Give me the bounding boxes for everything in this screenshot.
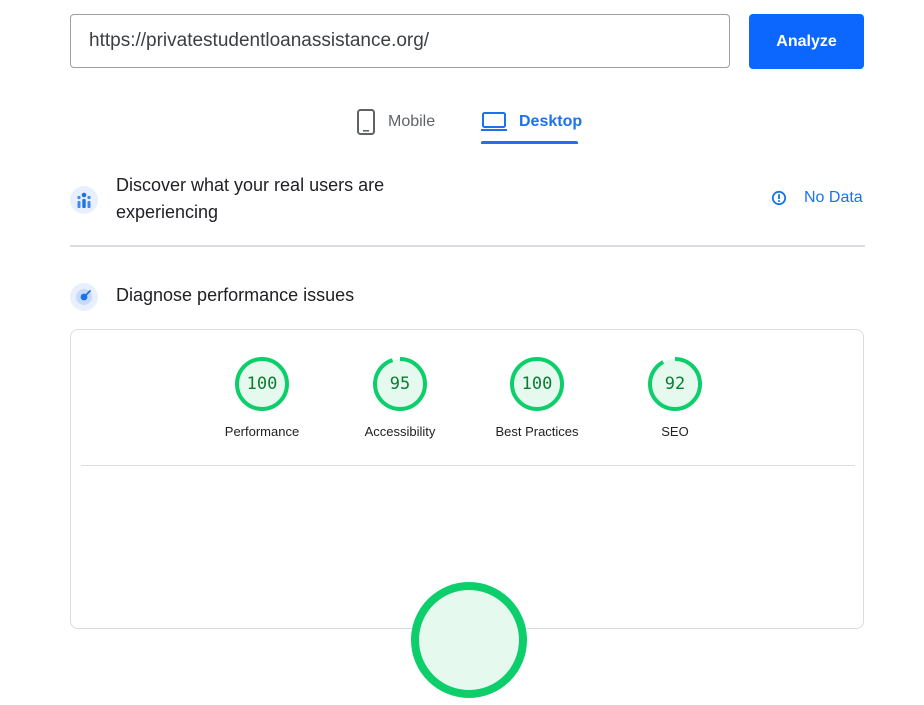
lab-data-icon xyxy=(70,283,98,311)
large-gauge-ring xyxy=(411,582,527,698)
analyze-button[interactable]: Analyze xyxy=(749,14,864,69)
large-gauge-performance xyxy=(409,580,529,705)
gauge-label: Best Practices xyxy=(495,424,579,439)
smartphone-icon xyxy=(356,109,376,135)
no-data-status[interactable]: No Data xyxy=(771,189,863,207)
diagnose-title: Diagnose performance issues xyxy=(116,285,355,305)
gauge-best-practices[interactable]: 100 Best Practices xyxy=(477,356,597,439)
tab-mobile[interactable]: Mobile xyxy=(356,100,435,144)
tab-desktop[interactable]: Desktop xyxy=(481,100,582,144)
gauge-score: 95 xyxy=(389,374,411,394)
gauge-label: Accessibility xyxy=(364,424,436,439)
gauge-accessibility[interactable]: 95 Accessibility xyxy=(340,356,460,439)
tab-desktop-label: Desktop xyxy=(519,113,583,130)
field-data-title: Discover what your real users are experi… xyxy=(116,175,385,222)
gauge-seo[interactable]: 92 SEO xyxy=(615,356,735,439)
no-data-label: No Data xyxy=(804,189,863,206)
report-card: 100 Performance 95 Accessibility 100 Bes… xyxy=(70,329,864,698)
active-tab-indicator xyxy=(481,141,578,144)
gauge-score: 100 xyxy=(246,374,278,394)
url-input[interactable] xyxy=(70,14,730,68)
gauge-performance[interactable]: 100 Performance xyxy=(202,356,322,439)
section-divider xyxy=(70,245,865,247)
laptop-icon xyxy=(481,112,507,132)
tab-mobile-label: Mobile xyxy=(388,113,436,130)
card-divider xyxy=(81,465,855,466)
gauge-label: Performance xyxy=(224,424,300,439)
info-icon xyxy=(771,190,787,206)
gauge-score: 92 xyxy=(664,374,686,394)
gauge-score: 100 xyxy=(521,374,553,394)
gauge-label: SEO xyxy=(661,424,689,439)
field-data-icon xyxy=(70,186,98,214)
